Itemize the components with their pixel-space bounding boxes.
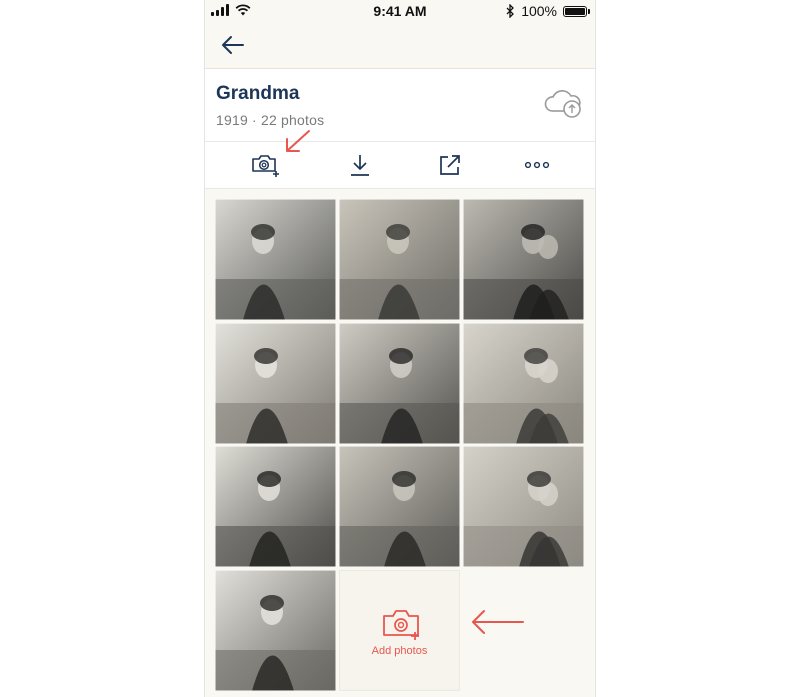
photo-6[interactable] bbox=[463, 323, 584, 444]
share-icon bbox=[440, 155, 460, 175]
status-right-group: 100% bbox=[506, 3, 590, 19]
photo-7[interactable] bbox=[215, 446, 336, 567]
photo-thumbnail bbox=[339, 446, 460, 567]
album-header: Grandma 1919 · 22 photos bbox=[205, 69, 595, 142]
add-photos-label: Add photos bbox=[371, 645, 428, 657]
photo-thumbnail bbox=[463, 199, 584, 320]
photo-thumbnail bbox=[215, 199, 336, 320]
photo-2[interactable] bbox=[339, 199, 460, 320]
action-toolbar bbox=[205, 142, 595, 189]
album-subtitle: 1919 · 22 photos bbox=[216, 112, 325, 128]
phone-screen: 9:41 AM 100% Grandma 1919 · 22 photos Ad… bbox=[204, 0, 596, 697]
photo-thumbnail bbox=[215, 446, 336, 567]
cloud-upload-icon[interactable] bbox=[543, 87, 583, 119]
nav-bar bbox=[205, 22, 595, 69]
battery-icon bbox=[563, 5, 590, 17]
photo-5[interactable] bbox=[339, 323, 460, 444]
photo-thumbnail bbox=[463, 323, 584, 444]
camera-plus-icon bbox=[383, 610, 419, 640]
more-icon bbox=[524, 161, 550, 169]
bluetooth-icon bbox=[506, 4, 515, 18]
add-photos-tile[interactable]: Add photos bbox=[339, 570, 460, 691]
download-button[interactable] bbox=[345, 150, 375, 180]
arrow-left-icon[interactable] bbox=[219, 31, 247, 59]
photo-1[interactable] bbox=[215, 199, 336, 320]
camera-plus-icon bbox=[252, 155, 279, 177]
photo-3[interactable] bbox=[463, 199, 584, 320]
more-button[interactable] bbox=[522, 150, 552, 180]
photo-thumbnail bbox=[339, 199, 460, 320]
download-icon bbox=[351, 155, 369, 176]
photo-8[interactable] bbox=[339, 446, 460, 567]
status-bar: 9:41 AM 100% bbox=[205, 0, 595, 22]
add-photo-button[interactable] bbox=[251, 150, 281, 180]
photo-thumbnail bbox=[215, 570, 336, 691]
photo-9[interactable] bbox=[463, 446, 584, 567]
battery-percent: 100% bbox=[521, 3, 557, 19]
photo-grid: Add photos bbox=[205, 189, 595, 697]
photo-10[interactable] bbox=[215, 570, 336, 691]
photo-thumbnail bbox=[339, 323, 460, 444]
photo-thumbnail bbox=[215, 323, 336, 444]
photo-thumbnail bbox=[463, 446, 584, 567]
album-title: Grandma bbox=[216, 83, 300, 104]
share-button[interactable] bbox=[435, 150, 465, 180]
photo-4[interactable] bbox=[215, 323, 336, 444]
